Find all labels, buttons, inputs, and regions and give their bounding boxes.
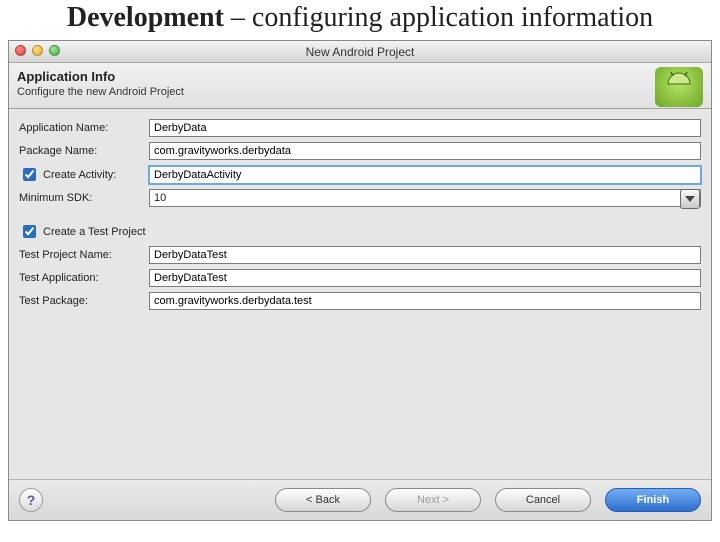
create-activity-checkbox-wrap: Create Activity: <box>19 165 149 184</box>
finish-button[interactable]: Finish <box>605 488 701 512</box>
row-application-name: Application Name: <box>19 119 701 137</box>
minimum-sdk-value: 10 <box>154 192 166 204</box>
create-activity-checkbox[interactable] <box>23 168 36 181</box>
minimum-sdk-label: Minimum SDK: <box>19 192 149 204</box>
package-name-input[interactable] <box>149 142 701 160</box>
back-button[interactable]: < Back <box>275 488 371 512</box>
finish-button-label: Finish <box>637 494 669 506</box>
slide-title: Development – configuring application in… <box>10 2 710 34</box>
close-icon[interactable] <box>15 45 26 56</box>
dialog-window: New Android Project Application Info Con… <box>8 40 712 521</box>
test-package-label: Test Package: <box>19 295 149 307</box>
cancel-button-label: Cancel <box>526 494 560 506</box>
create-test-project-checkbox[interactable] <box>23 225 36 238</box>
create-activity-input[interactable] <box>149 166 701 184</box>
slide-title-rest: – configuring application information <box>224 2 653 33</box>
create-activity-label: Create Activity: <box>43 169 116 181</box>
create-test-project-label: Create a Test Project <box>43 226 146 238</box>
wizard-header: Application Info Configure the new Andro… <box>9 63 711 109</box>
row-test-project-name: Test Project Name: <box>19 246 701 264</box>
help-button[interactable]: ? <box>19 488 43 512</box>
row-test-application: Test Application: <box>19 269 701 287</box>
cancel-button[interactable]: Cancel <box>495 488 591 512</box>
row-create-activity: Create Activity: <box>19 165 701 184</box>
row-package-name: Package Name: <box>19 142 701 160</box>
test-project-name-input[interactable] <box>149 246 701 264</box>
test-application-label: Test Application: <box>19 272 149 284</box>
row-minimum-sdk: Minimum SDK: 10 <box>19 189 701 207</box>
package-name-label: Package Name: <box>19 145 149 157</box>
slide-title-bold: Development <box>67 2 224 33</box>
window-controls <box>15 45 60 56</box>
chevron-down-icon <box>685 196 695 202</box>
row-test-package: Test Package: <box>19 292 701 310</box>
zoom-icon[interactable] <box>49 45 60 56</box>
android-icon <box>655 67 703 107</box>
titlebar: New Android Project <box>9 41 711 63</box>
window-title: New Android Project <box>306 45 415 59</box>
test-project-name-label: Test Project Name: <box>19 249 149 261</box>
test-package-input[interactable] <box>149 292 701 310</box>
back-button-label: < Back <box>306 494 340 506</box>
empty-area <box>9 319 711 479</box>
minimum-sdk-select[interactable]: 10 <box>149 189 701 207</box>
wizard-footer: ? < Back Next > Cancel Finish <box>9 479 711 520</box>
next-button-label: Next > <box>417 494 449 506</box>
form-area: Application Name: Package Name: Create A… <box>9 109 711 319</box>
minimize-icon[interactable] <box>32 45 43 56</box>
wizard-heading: Application Info <box>17 69 703 84</box>
test-application-input[interactable] <box>149 269 701 287</box>
dropdown-button[interactable] <box>680 189 700 209</box>
row-create-test-project: Create a Test Project <box>19 222 701 241</box>
application-name-label: Application Name: <box>19 122 149 134</box>
application-name-input[interactable] <box>149 119 701 137</box>
help-icon: ? <box>27 492 36 508</box>
next-button: Next > <box>385 488 481 512</box>
wizard-subtitle: Configure the new Android Project <box>17 86 703 98</box>
